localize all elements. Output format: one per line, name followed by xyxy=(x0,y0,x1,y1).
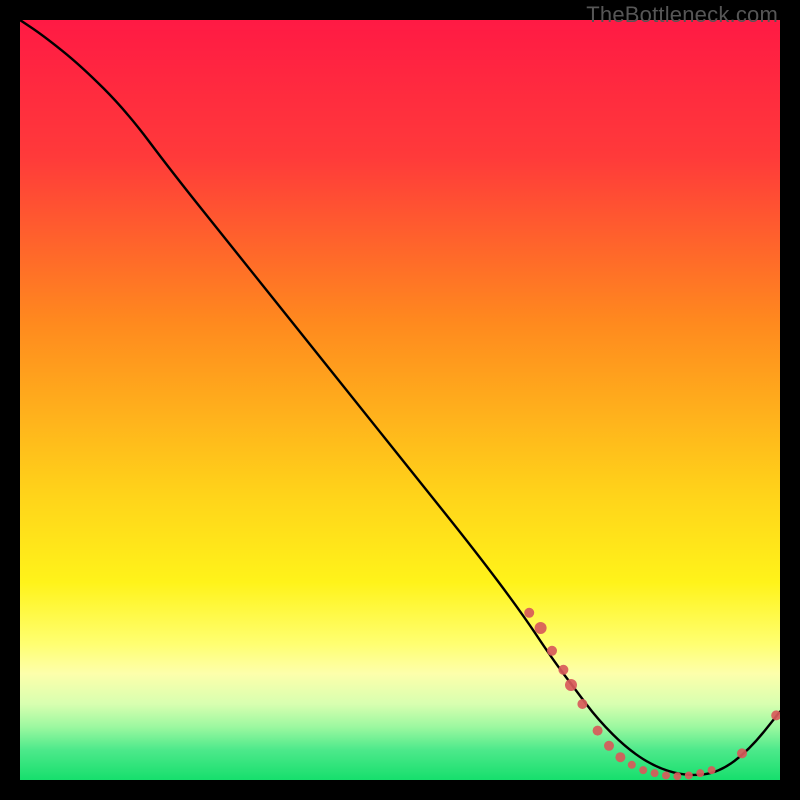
data-marker xyxy=(662,771,670,779)
data-marker xyxy=(604,741,614,751)
data-marker xyxy=(673,772,681,780)
data-marker xyxy=(708,766,716,774)
data-marker xyxy=(737,748,747,758)
data-marker xyxy=(628,761,636,769)
bottleneck-chart xyxy=(20,20,780,780)
data-marker xyxy=(639,766,647,774)
data-marker xyxy=(524,608,534,618)
gradient-background xyxy=(20,20,780,780)
data-marker xyxy=(577,699,587,709)
data-marker xyxy=(696,769,704,777)
data-marker xyxy=(615,752,625,762)
watermark-text: TheBottleneck.com xyxy=(586,2,778,28)
data-marker xyxy=(685,771,693,779)
data-marker xyxy=(535,622,547,634)
data-marker xyxy=(651,769,659,777)
data-marker xyxy=(565,679,577,691)
data-marker xyxy=(593,726,603,736)
data-marker xyxy=(558,665,568,675)
data-marker xyxy=(547,646,557,656)
